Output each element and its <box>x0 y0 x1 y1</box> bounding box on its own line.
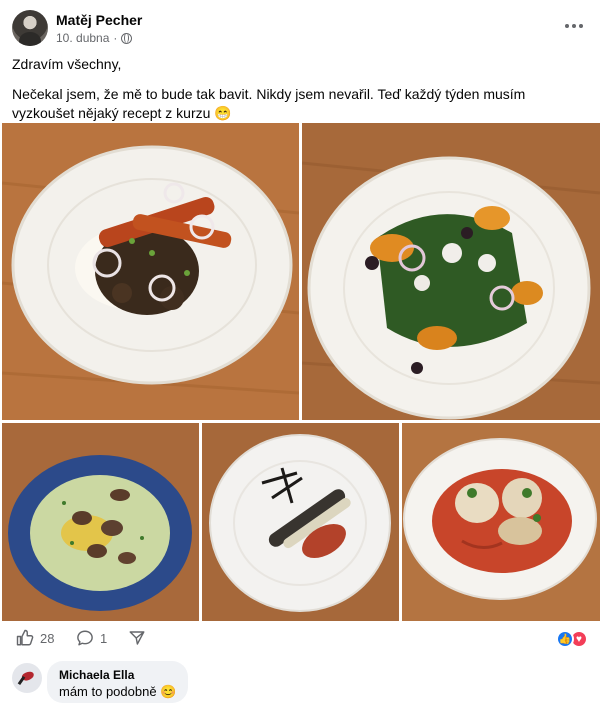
more-dot <box>572 24 576 28</box>
photo-2[interactable] <box>302 123 600 420</box>
bowl-mushroom-soup-icon <box>2 423 199 621</box>
plate-grilled-vegetable-icon <box>202 423 399 621</box>
more-dot <box>579 24 583 28</box>
share-icon <box>129 631 145 645</box>
plate-stuffed-pasta-tomato-sauce-icon <box>402 423 600 621</box>
post-date[interactable]: 10. dubna <box>56 31 109 45</box>
comment-count: 1 <box>100 630 108 646</box>
like-reaction-icon: 👍 <box>556 630 574 648</box>
comment-author[interactable]: Michaela Ella <box>59 668 176 683</box>
plate-carrots-lentils-icon <box>2 123 299 420</box>
comment-bubble: Michaela Ella mám to podobně 😊 <box>47 661 189 703</box>
author-avatar[interactable] <box>12 10 48 46</box>
reaction-summary[interactable]: 👍 ♥ <box>556 630 588 648</box>
photo-1[interactable] <box>2 123 299 420</box>
globe-icon[interactable] <box>121 32 133 44</box>
comment-button[interactable]: 1 <box>76 629 107 647</box>
more-dot <box>565 24 569 28</box>
photo-5[interactable] <box>402 423 600 621</box>
post-meta: 10. dubna · <box>56 31 133 45</box>
photo-3[interactable] <box>2 423 199 621</box>
post-actions: 28 1 👍 ♥ <box>0 626 600 652</box>
thumbs-up-icon <box>16 629 34 646</box>
comment-icon <box>77 630 93 646</box>
author-name[interactable]: Matěj Pecher <box>56 12 142 28</box>
meta-separator: · <box>113 31 118 45</box>
post-greeting: Zdravím všechny, <box>12 56 122 72</box>
post-text: Zdravím všechny, Nečekal jsem, že mě to … <box>12 55 588 123</box>
like-count: 28 <box>40 630 55 646</box>
photo-4[interactable] <box>202 423 399 621</box>
plate-pumpkin-salad-icon <box>302 123 600 420</box>
post-body: Nečekal jsem, že mě to bude tak bavit. N… <box>12 86 526 121</box>
more-options-button[interactable] <box>562 16 586 36</box>
post-header: Matěj Pecher 10. dubna · <box>0 0 600 52</box>
comment-text: mám to podobně 😊 <box>59 684 177 699</box>
share-button[interactable] <box>128 629 146 647</box>
like-button[interactable]: 28 <box>16 629 54 647</box>
photo-grid <box>0 123 600 621</box>
commenter-avatar[interactable] <box>12 663 42 693</box>
